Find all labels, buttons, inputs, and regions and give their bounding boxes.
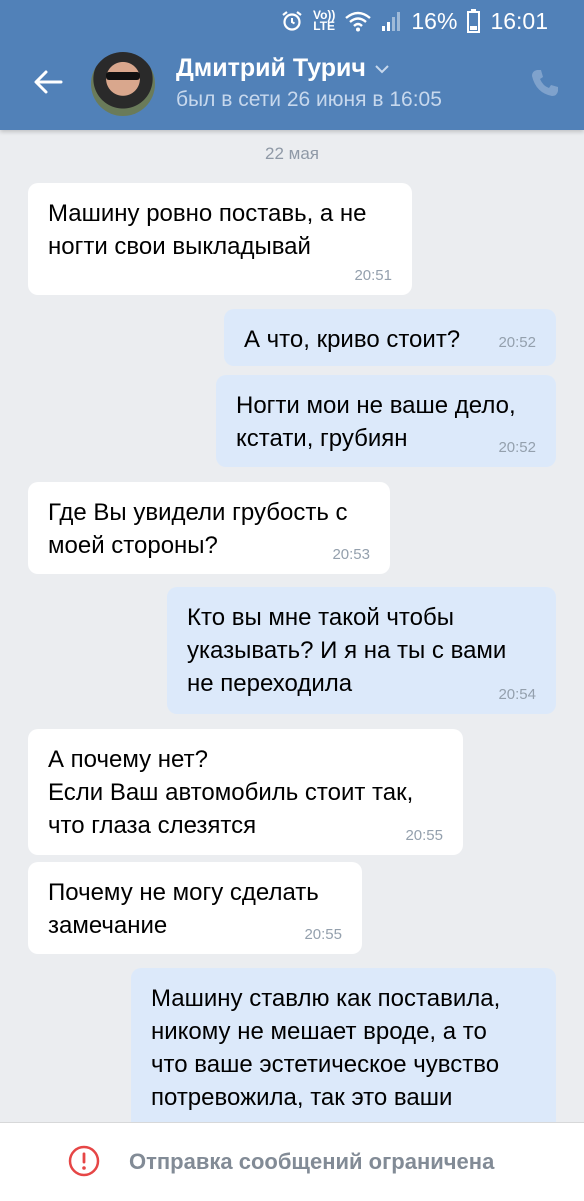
message-incoming[interactable]: Где Вы увидели грубость с моей стороны? …	[28, 482, 390, 574]
message-time: 20:53	[332, 546, 370, 563]
status-bar: Vo)) LTE 16% 16:01	[281, 6, 548, 36]
message-text: Ногти мои не ваше дело, кстати, грубиян	[236, 392, 516, 452]
back-button[interactable]	[28, 62, 68, 102]
avatar-photo	[106, 72, 140, 80]
alarm-icon	[282, 11, 302, 31]
message-time: 20:52	[498, 439, 536, 456]
contact-name[interactable]: Дмитрий Турич	[176, 54, 390, 83]
message-text: Где Вы увидели грубость с моей стороны?	[48, 499, 348, 559]
wifi-icon	[345, 11, 372, 32]
clock: 16:01	[490, 7, 548, 34]
message-outgoing[interactable]: А что, криво стоит? 20:52	[224, 309, 556, 366]
message-text: Кто вы мне такой чтобы указывать? И я на…	[187, 604, 507, 697]
arrow-left-icon	[34, 70, 63, 94]
chat-header: Vo)) LTE 16% 16:01 Дмитрий Турич был в с…	[0, 0, 584, 130]
message-incoming[interactable]: Машину ровно поставь, а не ногти свои вы…	[28, 183, 412, 295]
message-text: Машину ставлю как поставила, никому не м…	[151, 985, 501, 1111]
contact-last-seen: был в сети 26 июня в 16:05	[176, 88, 442, 111]
volte-icon: Vo)) LTE	[312, 8, 336, 33]
message-text: А почему нет? Если Ваш автомобиль стоит …	[48, 746, 414, 839]
phone-icon[interactable]	[528, 66, 562, 100]
message-text: Машину ровно поставь, а не ногти свои вы…	[48, 200, 367, 260]
message-incoming[interactable]: А почему нет? Если Ваш автомобиль стоит …	[28, 729, 463, 855]
input-restricted-bar: Отправка сообщений ограничена	[0, 1122, 584, 1201]
battery-icon	[467, 9, 481, 33]
message-time: 20:52	[498, 334, 536, 351]
message-text: А что, криво стоит?	[244, 326, 461, 353]
battery-percent: 16%	[411, 7, 458, 34]
avatar[interactable]	[91, 52, 155, 116]
chevron-down-icon	[375, 64, 389, 73]
message-time: 20:55	[405, 827, 443, 844]
message-time: 20:54	[498, 686, 536, 703]
message-time: 20:51	[354, 267, 392, 284]
message-outgoing[interactable]: Кто вы мне такой чтобы указывать? И я на…	[167, 587, 556, 714]
message-outgoing[interactable]: Машину ставлю как поставила, никому не м…	[131, 968, 556, 1148]
message-text: Почему не могу сделать замечание	[48, 879, 319, 939]
contact-name-text: Дмитрий Турич	[176, 54, 366, 82]
message-time: 20:55	[304, 926, 342, 943]
message-outgoing[interactable]: Ногти мои не ваше дело, кстати, грубиян …	[216, 375, 556, 467]
exclamation-circle-icon	[68, 1145, 100, 1177]
message-incoming[interactable]: Почему не могу сделать замечание 20:55	[28, 862, 362, 954]
signal-icon	[382, 12, 401, 31]
date-separator: 22 мая	[265, 144, 319, 163]
restriction-message: Отправка сообщений ограничена	[129, 1149, 495, 1174]
